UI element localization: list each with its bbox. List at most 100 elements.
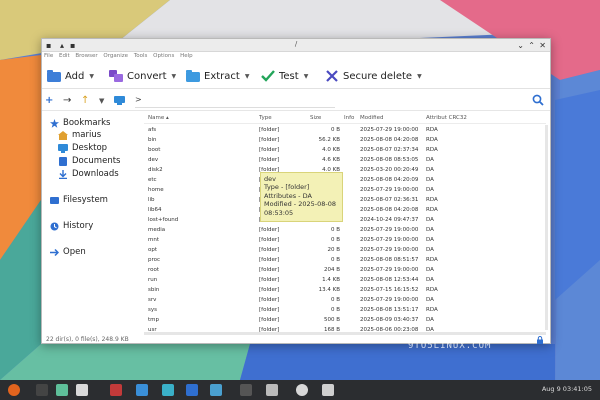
system-monitor-icon[interactable] (210, 384, 222, 396)
file-row[interactable]: run [folder] 1.4 KB 2025-08-08 12:53:44 DA (144, 275, 546, 285)
menu-tools[interactable]: Tools (134, 53, 148, 59)
menu-edit[interactable]: Edit (59, 53, 70, 59)
bookmarks-header[interactable]: Bookmarks (50, 118, 111, 128)
column-name[interactable]: Name ▴ (148, 115, 169, 121)
window-title: / (294, 40, 298, 48)
minimize-icon[interactable]: ⌄ (517, 41, 524, 50)
menu-browser[interactable]: Browser (75, 53, 97, 59)
path-field[interactable]: > (135, 94, 335, 108)
file-name: proc (148, 257, 161, 263)
office-icon[interactable] (110, 384, 122, 396)
file-row[interactable]: boot [folder] 4.0 KB 2025-08-07 02:37:34 RDA (144, 145, 546, 155)
file-row[interactable]: proc [folder] 0 B 2025-08-08 08:51:57 RDA (144, 255, 546, 265)
file-row[interactable]: media [folder] 0 B 2025-07-29 19:00:00 DA (144, 225, 546, 235)
computer-icon[interactable] (114, 96, 125, 105)
secure-delete-button[interactable]: Secure delete ▼ (325, 68, 422, 84)
active-app-icon[interactable] (322, 384, 334, 396)
lock-icon[interactable] (536, 336, 544, 344)
file-row[interactable]: sbin [folder] 13.4 KB 2025-07-15 16:15:52 RD… (144, 285, 546, 295)
column-size[interactable]: Size (310, 115, 321, 121)
file-row[interactable]: disk2 [folder] 4.0 KB 2025-03-20 00:20:49 DA (144, 165, 546, 175)
file-attrib: RDA (426, 257, 438, 263)
app-launcher-icon[interactable] (8, 384, 20, 396)
star-icon (50, 118, 59, 128)
menu-options[interactable]: Options (153, 53, 174, 59)
steam-icon[interactable] (240, 384, 252, 396)
up-arrow-icon[interactable]: ↑ (81, 95, 89, 107)
file-attrib: RDA (426, 137, 438, 143)
convert-button[interactable]: Convert ▼ (109, 68, 176, 84)
file-type: [folder] (259, 287, 280, 293)
history-header[interactable]: History (50, 221, 93, 231)
file-row[interactable]: etc[folder]2025-08-08 04:20:09DA (144, 175, 546, 185)
forward-arrow-icon[interactable]: → (63, 95, 71, 107)
column-modified[interactable]: Modified (360, 115, 383, 121)
file-row[interactable]: home[folder]2025-07-29 19:00:00DA (144, 185, 546, 195)
history-dropdown-icon[interactable]: ▼ (99, 95, 104, 107)
file-size: 0 B (330, 257, 340, 263)
toolbar: Add ▼ Convert ▼ Extract ▼ Test ▼ Secure … (42, 63, 550, 89)
taskbar-clock[interactable]: Aug 9 03:41:05 (542, 385, 592, 393)
file-row[interactable]: lib[folder]2025-08-07 02:36:31RDA (144, 195, 546, 205)
text-editor-icon[interactable] (76, 384, 88, 396)
file-name: media (148, 227, 166, 233)
test-label: Test (279, 70, 299, 82)
add-label: Add (65, 70, 85, 82)
vertical-scrollbar[interactable] (545, 125, 548, 330)
sidebar-item-downloads[interactable]: Downloads (58, 169, 119, 179)
menu-help[interactable]: Help (180, 53, 193, 59)
checkmark-icon (261, 70, 275, 82)
add-button[interactable]: Add ▼ (47, 68, 94, 84)
file-row[interactable]: root [folder] 204 B 2025-07-29 19:00:00 DA (144, 265, 546, 275)
file-size: 4.6 KB (322, 157, 340, 163)
search-icon[interactable] (532, 94, 544, 106)
column-attrib-crc32[interactable]: Attribut CRC32 (426, 115, 467, 121)
open-header[interactable]: Open (50, 247, 86, 257)
file-info-tooltip: dev Type - [folder] Attributes - DA Modi… (260, 172, 343, 222)
column-type[interactable]: Type (259, 115, 272, 121)
browser-icon[interactable] (296, 384, 308, 396)
settings-icon[interactable] (136, 384, 148, 396)
software-store-icon[interactable] (186, 384, 198, 396)
file-row[interactable]: afs [folder] 0 B 2025-07-29 19:00:00 RDA (144, 125, 546, 135)
sidebar-item-home[interactable]: marius (58, 130, 101, 140)
sidebar-item-desktop[interactable]: Desktop (58, 143, 107, 153)
file-attrib: DA (426, 267, 434, 273)
chevron-down-icon: ▼ (244, 72, 250, 80)
extract-label: Extract (204, 70, 240, 82)
file-type: [folder] (259, 227, 280, 233)
file-modified: 2025-07-29 19:00:00 (360, 267, 419, 273)
menu-organize[interactable]: Organize (103, 53, 128, 59)
terminal-icon[interactable] (36, 384, 48, 396)
file-size: 0 B (330, 237, 340, 243)
files-icon[interactable] (56, 384, 68, 396)
file-row[interactable]: lost+found[folder]2024-10-24 09:47:37DA (144, 215, 546, 225)
test-button[interactable]: Test ▼ (261, 68, 308, 84)
title-bar: ▪ ▴ ▪ / ⌄ ⌃ ✕ (42, 39, 550, 52)
new-tab-plus-icon[interactable]: + (45, 95, 53, 107)
close-icon[interactable]: ✕ (539, 41, 546, 50)
column-info[interactable]: Info (344, 115, 354, 121)
file-name: srv (148, 297, 157, 303)
screenshot-icon[interactable] (162, 384, 174, 396)
file-list[interactable]: Name ▴ Type Size Info Modified Attribut … (144, 113, 546, 333)
file-row[interactable]: sys [folder] 0 B 2025-08-08 13:51:17 RDA (144, 305, 546, 315)
file-attrib: DA (426, 297, 434, 303)
file-row[interactable]: mnt [folder] 0 B 2025-07-29 19:00:00 DA (144, 235, 546, 245)
sidebar-item-documents[interactable]: Documents (58, 156, 120, 166)
filesystem-header[interactable]: Filesystem (50, 195, 108, 205)
file-row[interactable]: bin [folder] 56.2 KB 2025-08-08 04:20:08 RDA (144, 135, 546, 145)
menu-file[interactable]: File (44, 53, 53, 59)
file-row[interactable]: dev [folder] 4.6 KB 2025-08-08 08:53:05 DA (144, 155, 546, 165)
file-row[interactable]: tmp [folder] 500 B 2025-08-09 03:40:37 DA (144, 315, 546, 325)
file-row[interactable]: srv [folder] 0 B 2025-07-29 19:00:00 DA (144, 295, 546, 305)
file-modified: 2025-03-20 00:20:49 (360, 167, 419, 173)
archive-manager-icon[interactable] (266, 384, 278, 396)
file-row[interactable]: opt [folder] 20 B 2025-07-29 19:00:00 DA (144, 245, 546, 255)
extract-button[interactable]: Extract ▼ (186, 68, 249, 84)
file-modified: 2025-08-07 02:36:31 (360, 197, 419, 203)
maximize-icon[interactable]: ⌃ (528, 41, 535, 50)
file-name: home (148, 187, 164, 193)
file-row[interactable]: lib64[folder]2025-08-08 04:20:08RDA (144, 205, 546, 215)
file-type: [folder] (259, 257, 280, 263)
